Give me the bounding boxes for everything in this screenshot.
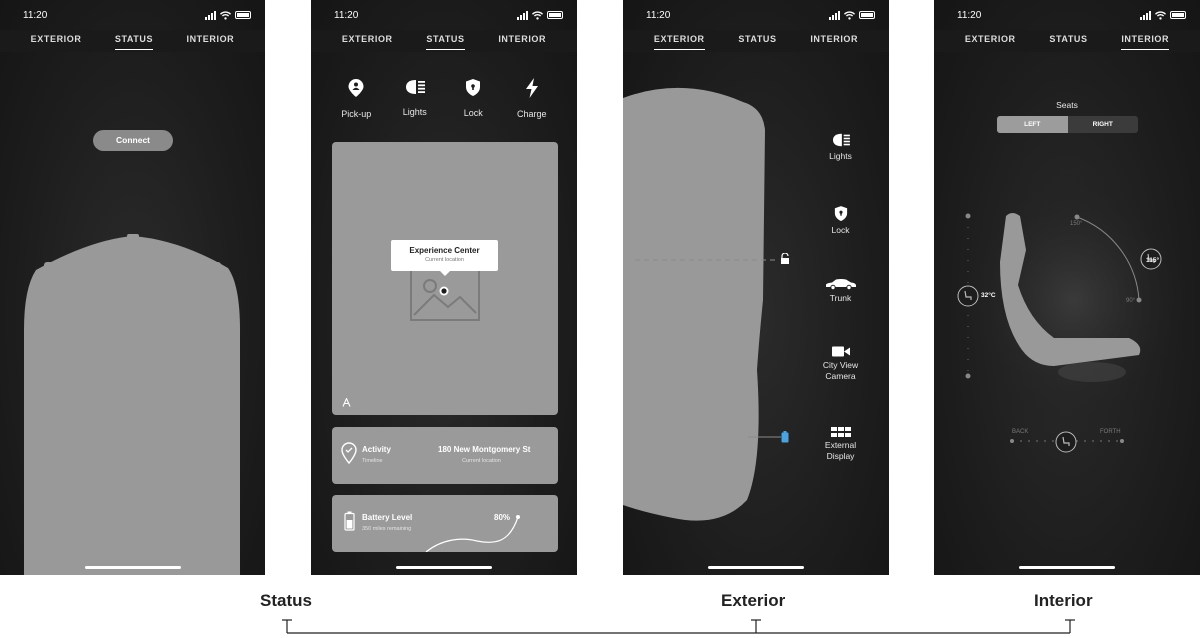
- stage: 11:20 EXTERIOR STATUS INTERIOR Connect 1…: [0, 0, 1200, 638]
- caption-bracket: [282, 619, 1075, 634]
